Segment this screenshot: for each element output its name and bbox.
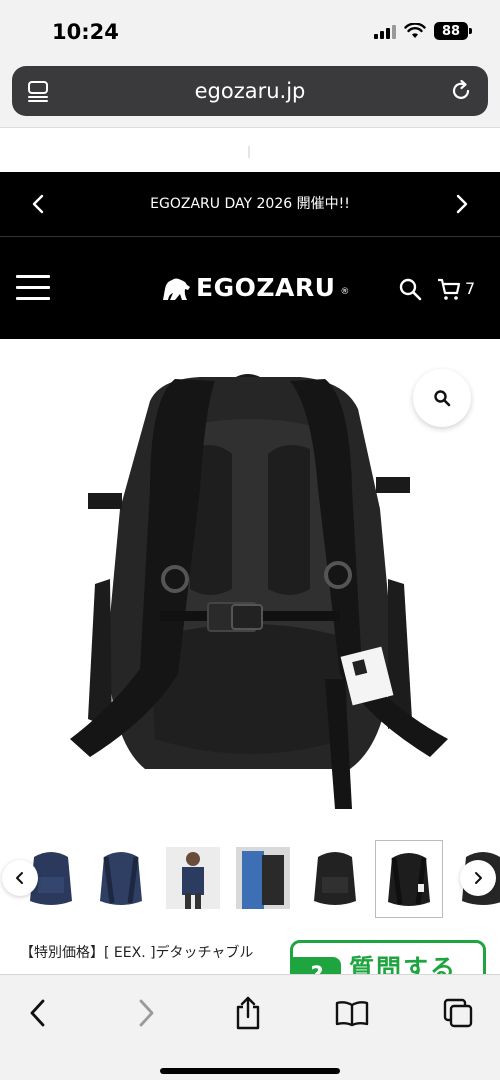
thumbnail-strip xyxy=(0,838,500,922)
thumbnail[interactable] xyxy=(232,842,294,914)
blank-strip xyxy=(0,128,500,172)
status-bar: 10:24 88 xyxy=(0,0,500,60)
zoom-button[interactable] xyxy=(413,369,471,427)
home-indicator xyxy=(160,1068,340,1074)
chevron-right-icon xyxy=(139,999,154,1027)
battery-indicator: 88 xyxy=(434,22,472,40)
tabs-overview-button[interactable] xyxy=(436,991,480,1035)
status-icons: 88 xyxy=(374,22,472,40)
site-header: EGOZARU ® 7 xyxy=(0,237,500,339)
bookmarks-icon xyxy=(335,1001,369,1027)
browser-url-area: egozaru.jp xyxy=(0,60,500,128)
wifi-icon xyxy=(404,23,426,38)
forward-button[interactable] xyxy=(124,991,168,1035)
thumbnail[interactable] xyxy=(162,842,224,914)
bookmarks-button[interactable] xyxy=(330,991,374,1035)
signal-icon xyxy=(374,23,396,39)
share-button[interactable] xyxy=(226,991,270,1035)
reload-icon[interactable] xyxy=(448,78,474,104)
logo-text: EGOZARU xyxy=(196,273,336,302)
logo-registered-mark: ® xyxy=(340,286,350,297)
logo[interactable]: EGOZARU ® xyxy=(160,273,349,302)
cart-icon[interactable] xyxy=(437,277,461,301)
zoom-icon xyxy=(434,390,451,407)
tabs-overview-icon xyxy=(443,998,473,1028)
share-icon xyxy=(236,996,260,1030)
browser-toolbar xyxy=(0,974,500,1080)
thumbnail-selected[interactable] xyxy=(375,840,443,918)
menu-icon[interactable] xyxy=(16,275,50,301)
thumbnail[interactable] xyxy=(304,842,366,914)
chevron-left-icon xyxy=(30,999,45,1027)
url-bar[interactable]: egozaru.jp xyxy=(12,66,488,116)
cart-count: 7 xyxy=(465,279,476,298)
announcement-bar: EGOZARU DAY 2026 開催中!! xyxy=(0,172,500,236)
search-icon[interactable] xyxy=(398,277,422,301)
thumbnail-next-button[interactable] xyxy=(460,860,496,896)
gorilla-logo-icon xyxy=(163,278,190,300)
announcement-text[interactable]: EGOZARU DAY 2026 開催中!! xyxy=(0,193,500,213)
chevron-left-icon xyxy=(16,872,23,884)
chevron-right-icon[interactable] xyxy=(450,192,472,216)
thumbnail-prev-button[interactable] xyxy=(2,860,38,896)
chevron-right-icon xyxy=(475,872,482,884)
thumbnail[interactable] xyxy=(90,842,152,914)
url-text[interactable]: egozaru.jp xyxy=(12,79,488,103)
back-button[interactable] xyxy=(16,991,60,1035)
status-time: 10:24 xyxy=(52,20,119,44)
page: 10:24 88 egozaru.jp EGOZARU DAY 2026 開催中… xyxy=(0,0,500,1080)
product-title: 【特別価格】[ EEX. ]デタッチャブル xyxy=(20,945,254,961)
